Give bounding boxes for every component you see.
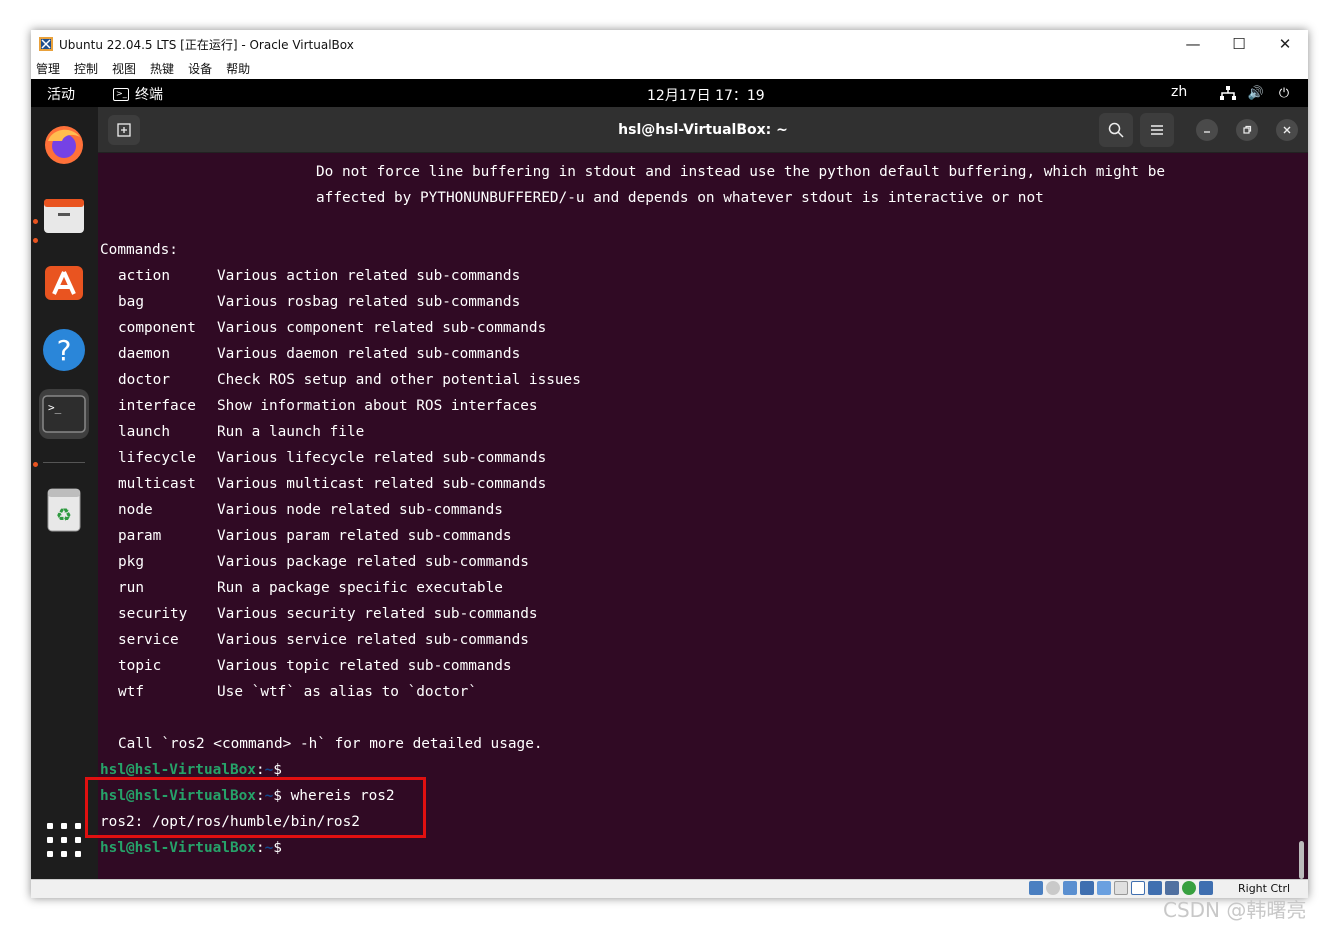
dock-help[interactable]: ? — [39, 325, 89, 375]
guest-additions-icon[interactable] — [1182, 881, 1196, 895]
firefox-icon — [45, 126, 83, 164]
search-icon — [1108, 122, 1124, 138]
running-indicator-dot — [33, 219, 38, 224]
window-controls: — ☐ ✕ — [1170, 30, 1308, 58]
close-button[interactable]: ✕ — [1262, 30, 1308, 58]
app-menu[interactable]: >_ 终端 — [113, 84, 163, 104]
terminal-minimize-button[interactable] — [1196, 119, 1218, 141]
virtualbox-app-icon — [39, 37, 53, 51]
hamburger-menu-button[interactable] — [1140, 113, 1174, 147]
dock-trash[interactable]: ♻ — [39, 485, 89, 535]
menu-control[interactable]: 控制 — [74, 60, 98, 77]
terminal-icon: >_ — [42, 395, 86, 433]
dock-files[interactable] — [39, 190, 89, 240]
hard-disk-icon[interactable] — [1029, 881, 1043, 895]
new-tab-button[interactable] — [108, 115, 140, 145]
svg-text:>_: >_ — [48, 401, 62, 414]
svg-text:?: ? — [57, 334, 72, 367]
menu-hotkeys[interactable]: 热键 — [150, 60, 174, 77]
restore-icon — [1243, 125, 1252, 134]
terminal-output[interactable]: Do not force line buffering in stdout an… — [100, 159, 1290, 873]
audio-icon[interactable] — [1063, 881, 1077, 895]
usage-line: Call `ros2 <command> -h` for more detail… — [118, 736, 543, 752]
display-icon[interactable] — [1131, 881, 1145, 895]
prompt-line: hsl@hsl-VirtualBox:~$ — [100, 762, 282, 778]
shared-folders-icon[interactable] — [1114, 881, 1128, 895]
search-button[interactable] — [1099, 113, 1133, 147]
running-indicator-dot — [33, 238, 38, 243]
help-icon: ? — [43, 329, 85, 371]
hamburger-icon — [1151, 125, 1163, 135]
mouse-integration-icon[interactable] — [1199, 881, 1213, 895]
menu-view[interactable]: 视图 — [112, 60, 136, 77]
entered-command: whereis ros2 — [281, 788, 395, 804]
volume-icon: 🔊 — [1247, 85, 1265, 101]
gnome-top-bar: 活动 >_ 终端 12月17日 17：19 zh 🔊 ⏻ — [31, 79, 1308, 107]
watermark: CSDN @韩曙亮 — [1163, 898, 1307, 922]
terminal-icon: >_ — [113, 87, 129, 101]
prompt-line: hsl@hsl-VirtualBox:~$ whereis ros2 — [100, 788, 395, 804]
vbox-statusbar: Right Ctrl — [31, 879, 1308, 898]
files-icon — [44, 199, 84, 233]
network-icon — [1217, 82, 1239, 104]
recording-icon[interactable] — [1148, 881, 1162, 895]
virtualbox-window: Ubuntu 22.04.5 LTS [正在运行] - Oracle Virtu… — [31, 30, 1308, 898]
menu-help[interactable]: 帮助 — [226, 60, 250, 77]
dock-firefox[interactable] — [39, 120, 89, 170]
clock[interactable]: 12月17日 17：19 — [647, 85, 765, 105]
running-indicator-dot — [33, 462, 38, 467]
maximize-button[interactable]: ☐ — [1216, 30, 1262, 58]
usb-icon[interactable] — [1097, 881, 1111, 895]
activities-button[interactable]: 活动 — [47, 84, 75, 104]
terminal-line: affected by PYTHONUNBUFFERED/-u and depe… — [316, 190, 1044, 206]
show-apps-icon[interactable] — [47, 823, 81, 857]
trash-icon: ♻ — [47, 488, 81, 532]
svg-text:♻: ♻ — [56, 505, 72, 526]
power-icon: ⏻ — [1278, 85, 1290, 101]
new-tab-icon — [117, 123, 131, 137]
minimize-icon — [1204, 131, 1210, 133]
window-title: Ubuntu 22.04.5 LTS [正在运行] - Oracle Virtu… — [59, 37, 354, 52]
dock-app-center[interactable] — [39, 257, 89, 307]
dock: ? >_ ♻ — [31, 107, 98, 879]
minimize-button[interactable]: — — [1170, 30, 1216, 58]
app-menu-label: 终端 — [135, 87, 163, 103]
commands-header: Commands: — [100, 242, 178, 258]
dock-separator — [43, 462, 85, 463]
terminal-close-button[interactable] — [1276, 119, 1298, 141]
vbox-titlebar[interactable]: Ubuntu 22.04.5 LTS [正在运行] - Oracle Virtu… — [31, 30, 1308, 58]
terminal-restore-button[interactable] — [1236, 119, 1258, 141]
optical-drive-icon[interactable] — [1046, 881, 1060, 895]
guest-screen[interactable]: 活动 >_ 终端 12月17日 17：19 zh 🔊 ⏻ ? >_ ♻ hsl@… — [31, 79, 1308, 879]
prompt-line: hsl@hsl-VirtualBox:~$ — [100, 840, 282, 856]
app-center-icon — [45, 266, 83, 300]
network-adapter-icon[interactable] — [1080, 881, 1094, 895]
menu-devices[interactable]: 设备 — [188, 60, 212, 77]
dock-terminal[interactable]: >_ — [39, 389, 89, 439]
terminal-line: Do not force line buffering in stdout an… — [316, 164, 1166, 180]
status-icons — [1029, 881, 1216, 895]
close-icon — [1283, 126, 1291, 134]
vbox-menubar: 管理 控制 视图 热键 设备 帮助 — [31, 58, 1308, 79]
menu-manage[interactable]: 管理 — [36, 60, 60, 77]
input-method-indicator[interactable]: zh — [1171, 84, 1187, 100]
system-tray[interactable]: 🔊 ⏻ — [1217, 82, 1301, 104]
command-output: ros2: /opt/ros/humble/bin/ros2 — [100, 814, 360, 830]
terminal-window[interactable]: hsl@hsl-VirtualBox: ~ Do not force line … — [98, 107, 1308, 879]
cpu-icon[interactable] — [1165, 881, 1179, 895]
terminal-scrollbar[interactable] — [1299, 841, 1304, 879]
terminal-headerbar: hsl@hsl-VirtualBox: ~ — [98, 107, 1308, 153]
